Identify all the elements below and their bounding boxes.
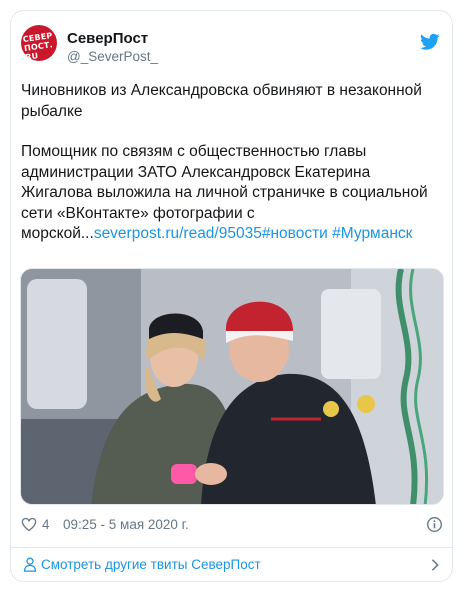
info-icon[interactable] — [426, 516, 443, 533]
more-tweets-link[interactable]: Смотреть другие твиты СеверПост — [23, 554, 442, 578]
chevron-right-icon[interactable] — [430, 558, 440, 572]
tweet-header: СЕВЕР ПОСТ. RU СеверПост @_SeverPost_ — [21, 25, 442, 71]
embedded-tweet-card: СЕВЕР ПОСТ. RU СеверПост @_SeverPost_ Чи… — [10, 10, 453, 582]
tweet-body: Помощник по связям с общественностью гла… — [21, 142, 445, 245]
hashtag-murmansk[interactable]: #Мурманск — [332, 225, 412, 242]
photo-image — [21, 269, 443, 504]
divider — [11, 547, 452, 548]
person-icon — [23, 557, 37, 572]
tweet-timestamp[interactable]: 09:25 - 5 мая 2020 г. — [63, 517, 189, 532]
tweet-photo[interactable] — [20, 268, 444, 505]
tweet-headline: Чиновников из Александровска обвиняют в … — [21, 82, 422, 120]
avatar-logo: СЕВЕР ПОСТ. RU — [22, 31, 54, 61]
author-names: СеверПост @_SeverPost_ — [67, 30, 158, 65]
tweet-text: Чиновников из Александровска обвиняют в … — [21, 81, 445, 245]
more-tweets-label[interactable]: Смотреть другие твиты СеверПост — [41, 557, 261, 572]
hashtag-news[interactable]: #новости — [262, 225, 328, 242]
twitter-bird-icon[interactable] — [420, 33, 440, 51]
tweet-meta: 4 09:25 - 5 мая 2020 г. — [21, 515, 445, 535]
like-count[interactable]: 4 — [42, 517, 50, 532]
display-name[interactable]: СеверПост — [67, 30, 158, 48]
avatar[interactable]: СЕВЕР ПОСТ. RU — [21, 25, 57, 61]
article-link[interactable]: severpost.ru/read/95035 — [94, 225, 262, 242]
heart-icon[interactable] — [21, 517, 37, 532]
handle[interactable]: @_SeverPost_ — [67, 49, 158, 65]
